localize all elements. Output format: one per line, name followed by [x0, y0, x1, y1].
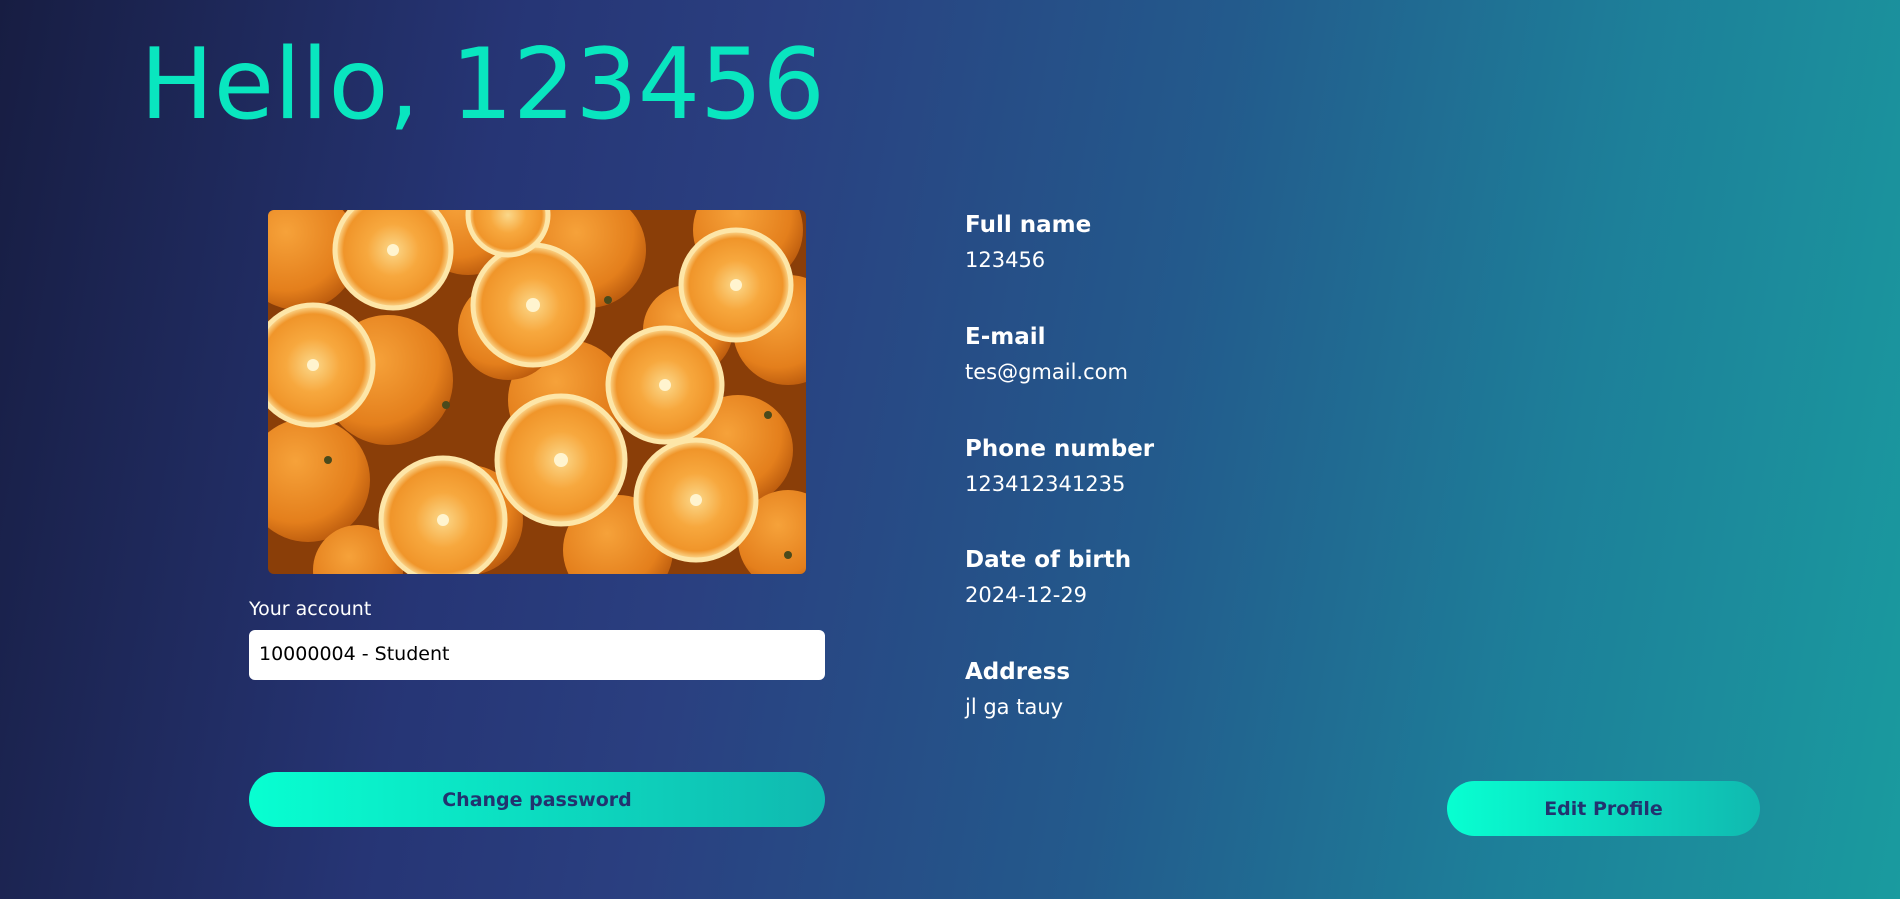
phone-number-value: 123412341235 — [965, 472, 1126, 496]
date-of-birth-value: 2024-12-29 — [965, 583, 1088, 607]
full-name-field: Full name 123456 — [965, 212, 1091, 272]
address-field: Address jl ga tauy — [965, 659, 1070, 719]
phone-number-label: Phone number — [965, 436, 1155, 462]
change-password-button[interactable]: Change password — [249, 772, 825, 827]
address-value: jl ga tauy — [965, 695, 1064, 719]
edit-profile-button[interactable]: Edit Profile — [1447, 781, 1760, 836]
page-title: Hello, 123456 — [140, 28, 825, 142]
email-value: tes@gmail.com — [965, 360, 1128, 384]
profile-photo — [268, 210, 806, 574]
oranges-image — [268, 210, 806, 574]
date-of-birth-field: Date of birth 2024-12-29 — [965, 547, 1131, 607]
account-label: Your account — [249, 598, 372, 620]
full-name-label: Full name — [965, 212, 1092, 238]
email-field: E-mail tes@gmail.com — [965, 324, 1128, 384]
email-label: E-mail — [965, 324, 1046, 350]
address-label: Address — [965, 659, 1071, 685]
phone-number-field: Phone number 123412341235 — [965, 436, 1154, 496]
date-of-birth-label: Date of birth — [965, 547, 1132, 573]
account-select[interactable]: 10000004 - Student — [249, 630, 825, 680]
full-name-value: 123456 — [965, 248, 1046, 272]
